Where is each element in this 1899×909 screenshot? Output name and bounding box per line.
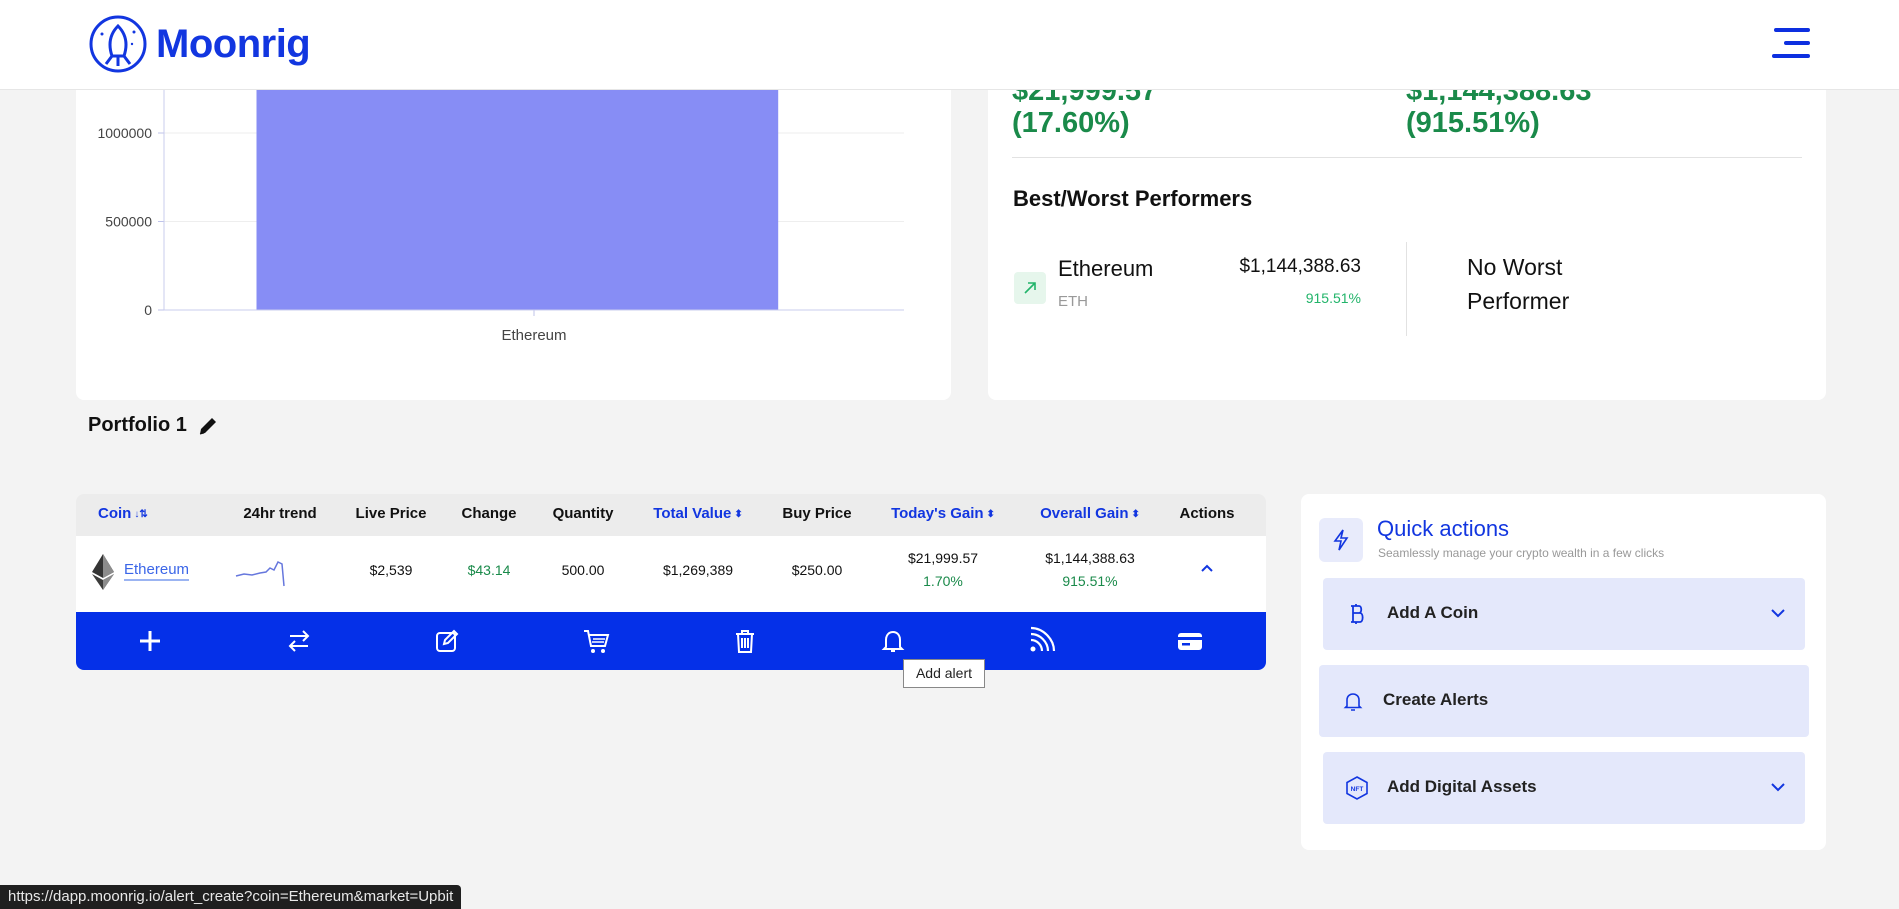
row-action-bar: [76, 612, 1266, 670]
trash-icon[interactable]: [730, 626, 760, 656]
best-performer-pct: 915.51%: [1305, 290, 1361, 306]
create-alerts-button[interactable]: Create Alerts: [1319, 665, 1809, 737]
column-header-overall-gain[interactable]: Overall Gain ⬍: [1040, 494, 1140, 536]
table-row[interactable]: Ethereum $2,539 $43.14 500.00 $1,269,389…: [76, 536, 1266, 612]
performer-divider: [1406, 242, 1407, 336]
create-alerts-label: Create Alerts: [1383, 690, 1489, 709]
cart-icon[interactable]: [581, 626, 611, 656]
nft-icon: NFT: [1346, 776, 1368, 800]
summary-divider: [1012, 157, 1802, 158]
quantity-cell: 500.00: [561, 562, 605, 578]
hamburger-menu-icon[interactable]: [1770, 28, 1810, 60]
todays-gain-cell: $21,999.57: [907, 550, 979, 566]
live-price-cell: $2,539: [369, 562, 413, 578]
add-icon[interactable]: [135, 626, 165, 656]
worst-performer-text: No Worst Performer: [1467, 254, 1570, 314]
column-header-total-value[interactable]: Total Value ⬍: [653, 494, 742, 536]
top-header: Moonrig: [0, 0, 1899, 90]
best-worst-title: Best/Worst Performers: [1013, 186, 1253, 211]
brand-logo[interactable]: Moonrig: [88, 14, 311, 74]
transfer-icon[interactable]: [284, 626, 314, 656]
add-alert-tooltip: Add alert: [903, 659, 985, 688]
quick-actions-card: Quick actions Seamlessly manage your cry…: [1301, 494, 1826, 850]
column-header-trend: 24hr trend: [243, 505, 317, 522]
moonrig-logo-icon: [89, 15, 147, 73]
holdings-table-header: Coin ↓⇅ 24hr trend Live Price Change Quan…: [76, 494, 1266, 536]
sort-icon: ⬍: [734, 509, 743, 520]
trend-sparkline: [235, 560, 285, 587]
column-header-quantity: Quantity: [552, 505, 614, 522]
trend-up-icon: [1014, 272, 1046, 304]
column-header-live-price: Live Price: [355, 505, 427, 522]
y-tick-label: 0: [144, 302, 152, 318]
column-header-todays-gain[interactable]: Today's Gain ⬍: [891, 494, 995, 536]
add-digital-assets-label: Add Digital Assets: [1387, 777, 1537, 796]
bitcoin-icon: [1351, 604, 1364, 624]
portfolio-title: Portfolio 1: [88, 414, 219, 437]
column-header-coin[interactable]: Coin ↓⇅: [98, 494, 148, 536]
buy-price-cell: $250.00: [791, 562, 843, 578]
overall-gain-pct: (915.51%): [1406, 107, 1540, 139]
column-header-change: Change: [461, 505, 517, 522]
lightning-icon: [1319, 518, 1363, 562]
total-value-cell: $1,269,389: [662, 562, 734, 578]
y-tick-label: 1000000: [97, 125, 152, 141]
column-header-buy-price: Buy Price: [782, 505, 852, 522]
card-icon[interactable]: [1175, 626, 1205, 656]
best-performer-value: $1,144,388.63: [1239, 256, 1361, 277]
bell-icon[interactable]: [878, 626, 908, 656]
add-digital-assets-button[interactable]: NFT Add Digital Assets: [1323, 752, 1805, 824]
svg-text:NFT: NFT: [1351, 786, 1364, 793]
todays-gain-pct-cell: 1.70%: [923, 573, 963, 589]
add-coin-button[interactable]: Add A Coin: [1323, 578, 1805, 650]
edit-pencil-icon[interactable]: [197, 415, 219, 437]
portfolio-name: Portfolio 1: [88, 414, 187, 436]
edit-icon[interactable]: [432, 626, 462, 656]
best-performer-symbol: ETH: [1058, 293, 1088, 310]
todays-gain-pct: (17.60%): [1012, 107, 1130, 139]
sort-icon: ↓⇅: [134, 509, 148, 520]
quick-actions-subtitle: Seamlessly manage your crypto wealth in …: [1378, 546, 1665, 560]
status-bar-url: https://dapp.moonrig.io/alert_create?coi…: [0, 885, 462, 909]
bar-ethereum: [256, 90, 779, 310]
overall-gain-pct-cell: 915.51%: [1062, 573, 1118, 589]
sort-icon: ⬍: [986, 509, 995, 520]
quick-actions-title: Quick actions: [1377, 516, 1510, 541]
chevron-down-icon: [1771, 783, 1785, 792]
column-header-actions: Actions: [1179, 505, 1235, 522]
sort-icon: ⬍: [1131, 509, 1140, 520]
brand-name: Moonrig: [156, 21, 311, 66]
chevron-down-icon: [1771, 609, 1785, 618]
ethereum-icon: [92, 554, 114, 590]
coin-name-link[interactable]: Ethereum: [124, 561, 190, 581]
bell-icon: [1343, 693, 1363, 711]
rss-feed-icon[interactable]: [1026, 626, 1056, 656]
add-coin-label: Add A Coin: [1387, 603, 1479, 622]
y-tick-label: 500000: [105, 214, 152, 230]
x-tick-label: Ethereum: [501, 327, 566, 344]
best-performer-name: Ethereum: [1058, 256, 1154, 281]
chevron-up-icon[interactable]: [1200, 563, 1214, 573]
change-cell: $43.14: [467, 562, 511, 578]
overall-gain-cell: $1,144,388.63: [1045, 550, 1135, 566]
